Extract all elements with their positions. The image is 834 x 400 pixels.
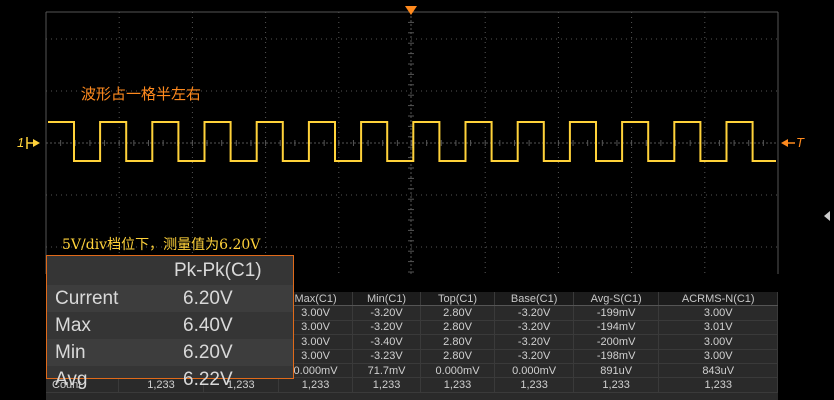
measurement-cell: 3.01V <box>658 320 778 336</box>
trigger-level-arrow-icon <box>781 139 788 147</box>
measurement-cell: 1,233 <box>352 377 421 393</box>
measurement-cell: 71.7mV <box>352 363 421 379</box>
measurement-cell: -3.20V <box>494 349 574 364</box>
measurement-cell: -3.20V <box>352 305 421 321</box>
popup-row: Current 6.20V <box>47 285 293 312</box>
popup-row-value: 6.40V <box>183 315 233 336</box>
popup-header: Pk-Pk(C1) <box>174 260 262 281</box>
measurement-cell: 1,233 <box>420 377 496 393</box>
measurement-cell: 2.80V <box>420 320 496 336</box>
popup-row-label: Avg <box>55 369 88 390</box>
measurement-cell: 0.000mV <box>494 363 574 379</box>
measurement-cell: 2.80V <box>420 349 496 364</box>
measurement-cell: -194mV <box>573 320 660 336</box>
measurement-header-cell[interactable]: Min(C1) <box>352 292 421 307</box>
measurement-cell: 1,233 <box>658 377 778 393</box>
pk-pk-zoom-popup: Pk-Pk(C1) Current 6.20V Max 6.40V Min 6.20V Av… <box>46 255 294 390</box>
channel-1-arrow-icon <box>26 137 33 149</box>
popup-row-value: 6.20V <box>183 288 233 309</box>
measurement-cell: 3.00V <box>658 349 778 364</box>
measurement-cell: 3.00V <box>658 334 778 350</box>
measurement-cell: 3.00V <box>658 305 778 321</box>
measurement-cell: -3.20V <box>352 320 421 336</box>
measurement-header-cell[interactable]: Top(C1) <box>420 292 496 307</box>
channel-1-ground-icon <box>33 139 40 147</box>
popup-row: Max 6.40V <box>47 312 293 339</box>
measurement-cell: -200mV <box>573 334 660 350</box>
measurement-cell: 2.80V <box>420 305 496 321</box>
popup-row-label: Min <box>55 342 86 363</box>
measurement-cell: -3.20V <box>494 334 574 350</box>
annotation-measurement-note: 5V/div档位下，测量值为6.20V <box>62 237 261 253</box>
measurement-cell: 1,233 <box>494 377 574 393</box>
annotation-waveform-size: 波形占一格半左右 <box>81 85 202 103</box>
measurement-cell: 1,233 <box>573 377 660 393</box>
measurement-header-cell[interactable]: Base(C1) <box>494 292 574 307</box>
side-panel-expand-icon[interactable] <box>824 211 830 221</box>
measurement-cell: -3.23V <box>352 349 421 364</box>
popup-row-label: Current <box>55 288 119 309</box>
measurement-cell: -199mV <box>573 305 660 321</box>
measurement-cell: 0.000mV <box>420 363 496 379</box>
measurement-cell: -198mV <box>573 349 660 364</box>
popup-row-label: Max <box>55 315 91 336</box>
measurement-cell: 891uV <box>573 363 660 379</box>
channel-1-marker[interactable]: 1 <box>17 135 24 150</box>
popup-row: Min 6.20V <box>47 339 293 366</box>
trigger-position-marker[interactable] <box>405 6 417 15</box>
measurement-cell: -3.20V <box>494 305 574 321</box>
measurement-cell: -3.20V <box>494 320 574 336</box>
measurement-header-cell[interactable]: Avg-S(C1) <box>573 292 660 307</box>
measurement-cell: 843uV <box>658 363 778 379</box>
popup-row-value: 6.20V <box>183 342 233 363</box>
popup-row: Avg 6.22V <box>47 366 293 393</box>
trigger-level-marker[interactable]: T <box>796 135 805 150</box>
popup-row-value: 6.22V <box>183 369 233 390</box>
measurement-cell: 2.80V <box>420 334 496 350</box>
measurement-cell: -3.40V <box>352 334 421 350</box>
measurement-header-cell[interactable]: ACRMS-N(C1) <box>658 292 778 307</box>
